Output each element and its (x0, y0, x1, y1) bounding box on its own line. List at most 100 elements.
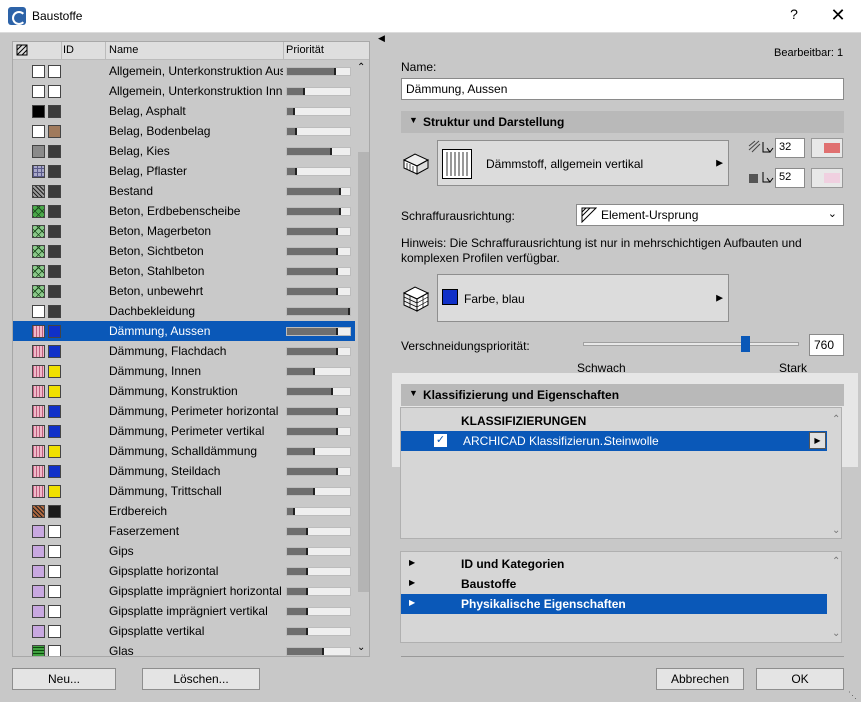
fill-swatch (32, 105, 45, 118)
surface-swatch (48, 485, 61, 498)
priority-bar-marker (330, 148, 332, 155)
fill-swatch (32, 505, 45, 518)
item-name: Gipsplatte horizontal (109, 564, 219, 578)
list-item[interactable]: Beton, unbewehrt (13, 281, 355, 301)
list-item[interactable]: Dämmung, Schalldämmung (13, 441, 355, 461)
scroll-up-icon[interactable]: ⌃ (357, 62, 365, 73)
list-item[interactable]: Belag, Kies (13, 141, 355, 161)
list-item[interactable]: Dämmung, Perimeter vertikal (13, 421, 355, 441)
scroll-up-icon[interactable]: ⌃ (832, 414, 840, 425)
list-item[interactable]: Belag, Pflaster (13, 161, 355, 181)
priority-bar-marker (348, 308, 350, 315)
prop-row-label: Baustoffe (461, 577, 517, 591)
column-id[interactable]: ID (63, 44, 74, 56)
collapse-left-icon[interactable]: ◀ (378, 33, 385, 44)
list-item[interactable]: Beton, Stahlbeton (13, 261, 355, 281)
scroll-up-icon[interactable]: ⌃ (832, 556, 840, 567)
prop-row-id[interactable]: ▶ ID und Kategorien (401, 554, 827, 574)
surface-icon (401, 283, 431, 316)
list-item[interactable]: Dämmung, Innen (13, 361, 355, 381)
list-item[interactable]: Gipsplatte imprägniert vertikal (13, 601, 355, 621)
priority-bar-marker (293, 108, 295, 115)
list-item[interactable]: Bestand (13, 181, 355, 201)
priority-bar (286, 227, 351, 236)
cancel-button[interactable]: Abbrechen (656, 668, 744, 690)
priority-label: Verschneidungspriorität: (401, 339, 530, 353)
close-icon[interactable]: ✕ (828, 5, 848, 25)
prop-row-materials[interactable]: ▶ Baustoffe (401, 574, 827, 594)
fg-pen-input[interactable]: 32 (775, 138, 805, 158)
list-item[interactable]: Dämmung, Konstruktion (13, 381, 355, 401)
list-item[interactable]: Dämmung, Perimeter horizontal (13, 401, 355, 421)
list-item[interactable]: Beton, Erdbebenscheibe (13, 201, 355, 221)
prop-row-physical[interactable]: ▶ Physikalische Eigenschaften (401, 594, 827, 614)
list-item[interactable]: Allgemein, Unterkonstruktion Inn (13, 81, 355, 101)
hint-text: Hinweis: Die Schraffurausrichtung ist nu… (401, 236, 802, 265)
list-item[interactable]: Gipsplatte imprägniert horizontal (13, 581, 355, 601)
list-item[interactable]: Dämmung, Trittschall (13, 481, 355, 501)
list-item[interactable]: Erdbereich (13, 501, 355, 521)
list-item[interactable]: Beton, Magerbeton (13, 221, 355, 241)
classification-row[interactable]: ✓ ARCHICAD Klassifizierun... Steinwolle … (401, 431, 827, 451)
scroll-down-icon[interactable]: ⌄ (832, 628, 840, 639)
list-item[interactable]: Belag, Asphalt (13, 101, 355, 121)
scroll-down-icon[interactable]: ⌄ (832, 525, 840, 536)
name-input[interactable]: Dämmung, Aussen (401, 78, 844, 100)
surface-selector[interactable]: Farbe, blau ▶ (437, 274, 729, 322)
priority-bar-fill (287, 68, 334, 75)
fill-swatch (32, 345, 45, 358)
panel-divider[interactable] (381, 33, 387, 702)
checkbox-icon[interactable]: ✓ (434, 434, 447, 447)
list-item[interactable]: Gips (13, 541, 355, 561)
surface-swatch (48, 365, 61, 378)
surface-swatch (48, 565, 61, 578)
delete-button[interactable]: Löschen... (142, 668, 260, 690)
list-item[interactable]: Dämmung, Steildach (13, 461, 355, 481)
section-classification[interactable]: ▼ Klassifizierung und Eigenschaften (401, 384, 844, 406)
list-item[interactable]: Belag, Bodenbelag (13, 121, 355, 141)
new-button[interactable]: Neu... (12, 668, 116, 690)
item-name: Dämmung, Steildach (109, 464, 221, 478)
fill-selector[interactable]: Dämmstoff, allgemein vertikal ▶ (437, 140, 729, 186)
section-structure[interactable]: ▼ Struktur und Darstellung (401, 111, 844, 133)
list-item[interactable]: Gipsplatte horizontal (13, 561, 355, 581)
fill-swatch (32, 645, 45, 656)
classification-picker-button[interactable]: ▶ (809, 432, 826, 449)
priority-bar-marker (313, 448, 315, 455)
priority-bar-fill (287, 428, 336, 435)
priority-slider-thumb[interactable] (741, 336, 750, 352)
column-priority[interactable]: Priorität (286, 44, 324, 56)
item-name: Allgemein, Unterkonstruktion Inn (109, 84, 283, 98)
list-item[interactable]: Allgemein, Unterkonstruktion Auss (13, 61, 355, 81)
surface-swatch (48, 525, 61, 538)
list-item[interactable]: Glas (13, 641, 355, 656)
fg-pen-color[interactable] (811, 138, 843, 158)
title-bar: Baustoffe ? ✕ (0, 0, 861, 33)
list-item[interactable]: Dämmung, Flachdach (13, 341, 355, 361)
bg-pen-color[interactable] (811, 168, 843, 188)
surface-swatch (48, 505, 61, 518)
list-scroll-thumb[interactable] (358, 152, 369, 592)
priority-bar-fill (287, 568, 306, 575)
list-item[interactable]: Beton, Sichtbeton (13, 241, 355, 261)
fill-swatch (32, 285, 45, 298)
ok-button[interactable]: OK (756, 668, 844, 690)
list-item[interactable]: Faserzement (13, 521, 355, 541)
priority-input[interactable]: 760 (809, 334, 844, 356)
priority-bar-marker (306, 608, 308, 615)
priority-slider-track[interactable] (583, 342, 799, 346)
list-item[interactable]: Dachbekleidung (13, 301, 355, 321)
column-name[interactable]: Name (109, 44, 138, 56)
list-item[interactable]: Dämmung, Aussen (13, 321, 355, 341)
priority-bar-marker (295, 128, 297, 135)
resize-grip-icon[interactable]: ⋱ (848, 690, 857, 701)
fill-column-icon[interactable] (16, 44, 28, 59)
fill-swatch (32, 385, 45, 398)
orientation-select[interactable]: Element-Ursprung ⌄ (576, 204, 844, 226)
scroll-down-icon[interactable]: ⌄ (357, 642, 365, 653)
bg-pen-input[interactable]: 52 (775, 168, 805, 188)
fill-swatch (32, 305, 45, 318)
priority-bar (286, 167, 351, 176)
help-button[interactable]: ? (784, 6, 804, 26)
list-item[interactable]: Gipsplatte vertikal (13, 621, 355, 641)
